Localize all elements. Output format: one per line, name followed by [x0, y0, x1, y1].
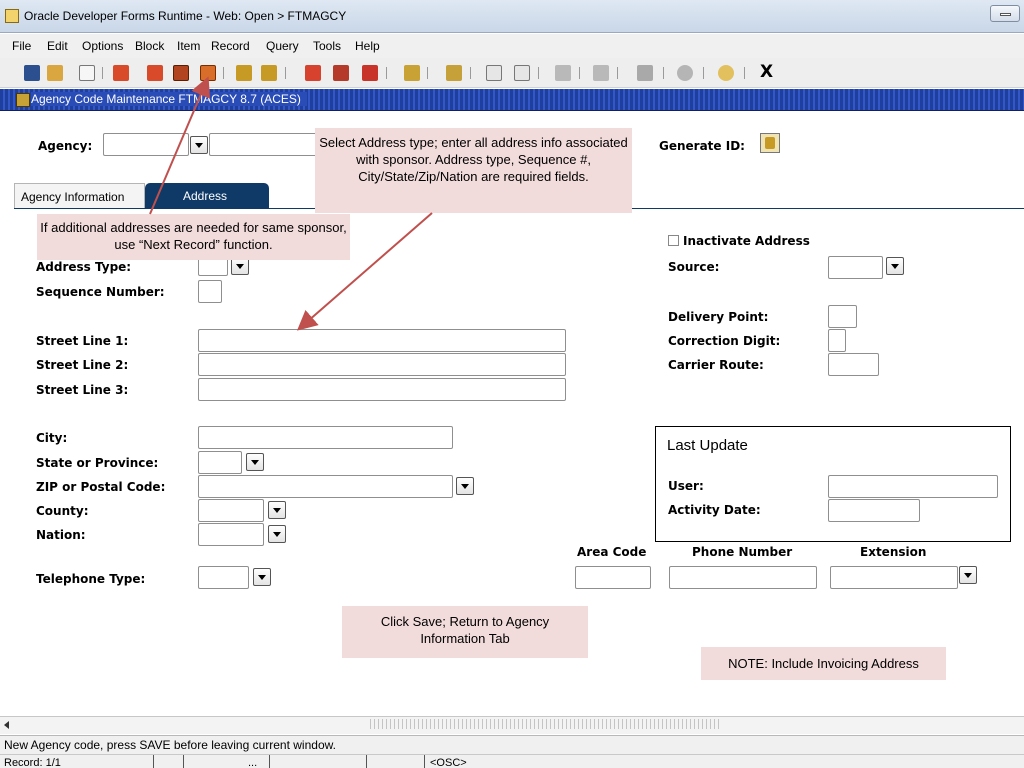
arrow-to-next-record [149, 76, 210, 215]
status-divider [183, 755, 184, 768]
status-osc: <OSC> [430, 757, 467, 768]
status-divider [153, 755, 154, 768]
status-divider [269, 755, 270, 768]
status-divider [424, 755, 425, 768]
scroll-thumb[interactable] [370, 719, 720, 729]
status-message: New Agency code, press SAVE before leavi… [4, 738, 336, 752]
scroll-left-icon[interactable] [4, 721, 9, 729]
status-divider [366, 755, 367, 768]
status-ellipsis: ... [248, 757, 258, 768]
status-row: Record: 1/1 ... <OSC> [0, 754, 1024, 768]
arrow-to-street-line [296, 212, 433, 331]
status-bar: New Agency code, press SAVE before leavi… [0, 735, 1024, 768]
callout-arrows [149, 76, 433, 331]
record-count: Record: 1/1 [4, 757, 61, 768]
horizontal-scrollbar[interactable] [0, 716, 1024, 734]
